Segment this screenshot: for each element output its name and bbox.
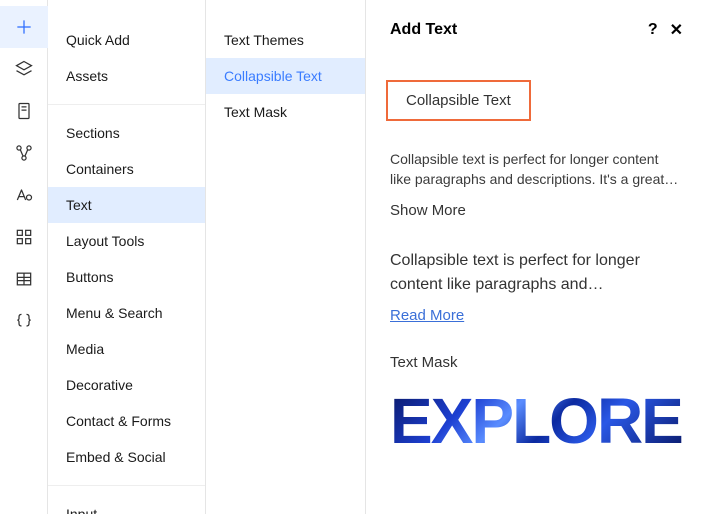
braces-icon[interactable] — [0, 300, 48, 342]
category-buttons[interactable]: Buttons — [48, 259, 205, 295]
category-decorative[interactable]: Decorative — [48, 367, 205, 403]
preview-text: Collapsible text is perfect for longer c… — [390, 249, 683, 297]
collapsible-preview-2[interactable]: Collapsible text is perfect for longer c… — [390, 249, 683, 324]
category-containers[interactable]: Containers — [48, 151, 205, 187]
preview-text: Collapsible text is perfect for longer c… — [390, 149, 683, 190]
help-icon[interactable]: ? — [648, 21, 658, 39]
page-icon[interactable] — [0, 90, 48, 132]
text-mask-preview[interactable]: EXPLORE — [390, 393, 683, 451]
main-panel: Add Text ? ✕ Collapsible Text Collapsibl… — [366, 0, 707, 514]
close-icon[interactable]: ✕ — [670, 20, 683, 40]
category-menu-search[interactable]: Menu & Search — [48, 295, 205, 331]
icon-rail — [0, 0, 48, 514]
category-contact-forms[interactable]: Contact & Forms — [48, 403, 205, 439]
category-column: Quick AddAssets SectionsContainersTextLa… — [48, 0, 206, 514]
subcategory-text-mask[interactable]: Text Mask — [206, 94, 365, 130]
typography-icon[interactable] — [0, 174, 48, 216]
category-quick-add[interactable]: Quick Add — [48, 22, 205, 58]
category-layout-tools[interactable]: Layout Tools — [48, 223, 205, 259]
subcategory-collapsible-text[interactable]: Collapsible Text — [206, 58, 365, 94]
category-sections[interactable]: Sections — [48, 115, 205, 151]
layers-icon[interactable] — [0, 48, 48, 90]
subcategory-text-themes[interactable]: Text Themes — [206, 22, 365, 58]
nodes-icon[interactable] — [0, 132, 48, 174]
category-assets[interactable]: Assets — [48, 58, 205, 94]
category-embed-social[interactable]: Embed & Social — [48, 439, 205, 475]
category-media[interactable]: Media — [48, 331, 205, 367]
plus-icon[interactable] — [0, 6, 48, 48]
section-label-textmask: Text Mask — [390, 354, 683, 371]
grid-icon[interactable] — [0, 216, 48, 258]
category-input[interactable]: Input — [48, 496, 205, 514]
section-label-collapsible: Collapsible Text — [386, 80, 531, 121]
table-icon[interactable] — [0, 258, 48, 300]
read-more-link[interactable]: Read More — [390, 307, 683, 324]
subcategory-column: Text ThemesCollapsible TextText Mask — [206, 0, 366, 514]
category-text[interactable]: Text — [48, 187, 205, 223]
collapsible-preview-1[interactable]: Collapsible text is perfect for longer c… — [390, 149, 683, 219]
show-more-button[interactable]: Show More — [390, 202, 683, 219]
panel-title: Add Text — [390, 21, 457, 39]
